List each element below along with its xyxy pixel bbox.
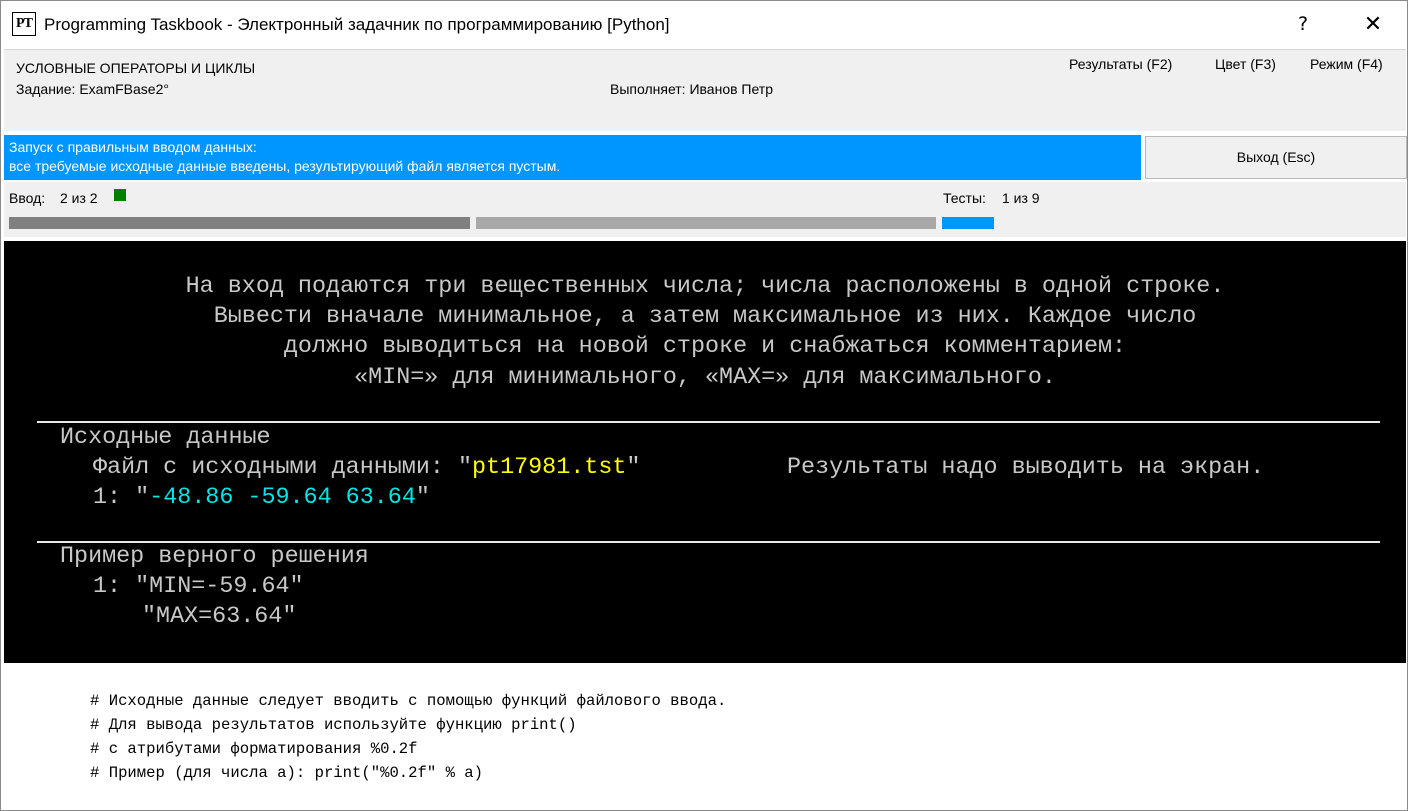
mode-menu-item[interactable]: Режим (F4) [1310,55,1383,73]
input-data-prefix: 1: " [93,485,150,511]
code-hints: # Исходные данные следует вводить с помо… [4,665,1406,809]
color-menu-item[interactable]: Цвет (F3) [1215,55,1276,73]
tests-label: Тесты: [943,190,986,206]
task-header: УСЛОВНЫЕ ОПЕРАТОРЫ И ЦИКЛЫ Задание: Exam… [4,49,1406,131]
input-section-title: Исходные данные [60,425,271,451]
results-menu-item[interactable]: Результаты (F2) [1069,55,1172,73]
input-file-prefix: Файл с исходными данными: " [93,455,472,481]
exit-button[interactable]: Выход (Esc) [1145,136,1407,179]
code-hint-line-2: # Для вывода результатов используйте фун… [90,716,577,734]
input-data-value: -48.86 -59.64 63.64 [149,485,416,511]
code-hint-line-1: # Исходные данные следует вводить с помо… [90,692,727,710]
input-file-name: pt17981.tst [472,455,627,481]
section-title: УСЛОВНЫЕ ОПЕРАТОРЫ И ЦИКЛЫ [16,60,256,76]
student-label: Выполняет: Иванов Петр [610,81,774,97]
status-message: Запуск с правильным вводом данных: все т… [4,135,1141,180]
input-label: Ввод: [9,190,46,206]
tests-count: 1 из 9 [1002,190,1040,206]
input-data-line: 1: "-48.86 -59.64 63.64" [93,483,430,513]
input-progress-bar [9,217,470,229]
example-line-2: "MAX=63.64" [142,604,297,630]
main-window: PT Programming Taskbook - Электронный за… [0,0,1408,811]
input-file-line: Файл с исходными данными: "pt17981.tst" [93,453,640,483]
output-progress-bar [476,217,936,229]
example-section-title: Пример верного решения [60,544,369,570]
app-logo-icon: PT [12,12,36,36]
code-hint-line-4: # Пример (для числа a): print("%0.2f" % … [90,764,484,782]
code-hint-line-3: # с атрибутами форматирования %0.2f [90,740,418,758]
status-line-2: все требуемые исходные данные введены, р… [9,158,561,174]
input-data-suffix: " [415,485,430,511]
task-label: Задание: ExamFBase2° [16,81,169,97]
status-line-1: Запуск с правильным вводом данных: [9,139,257,155]
input-file-suffix: " [626,455,641,481]
tests-progress-bar [942,217,994,229]
progress-panel: Ввод: 2 из 2 Тесты: 1 из 9 [4,182,1406,237]
help-button[interactable]: ? [1271,1,1335,48]
input-status-indicator [114,189,126,201]
task-console: На вход подаются три вещественных числа;… [4,241,1406,663]
close-button[interactable]: ✕ [1341,1,1405,48]
title-bar[interactable]: PT Programming Taskbook - Электронный за… [1,1,1407,48]
input-count: 2 из 2 [60,190,98,206]
example-line-1: 1: "MIN=-59.64" [93,574,304,600]
task-line-4: «MIN=» для минимального, «MAX=» для макс… [354,365,1056,391]
task-line-3: должно выводиться на новой строке и снаб… [283,334,1127,360]
window-title: Programming Taskbook - Электронный задач… [44,15,670,34]
task-line-1: На вход подаются три вещественных числа;… [185,274,1225,300]
task-line-2: Вывести вначале минимальное, а затем мак… [213,304,1197,330]
output-note: Результаты надо выводить на экран. [787,455,1265,481]
